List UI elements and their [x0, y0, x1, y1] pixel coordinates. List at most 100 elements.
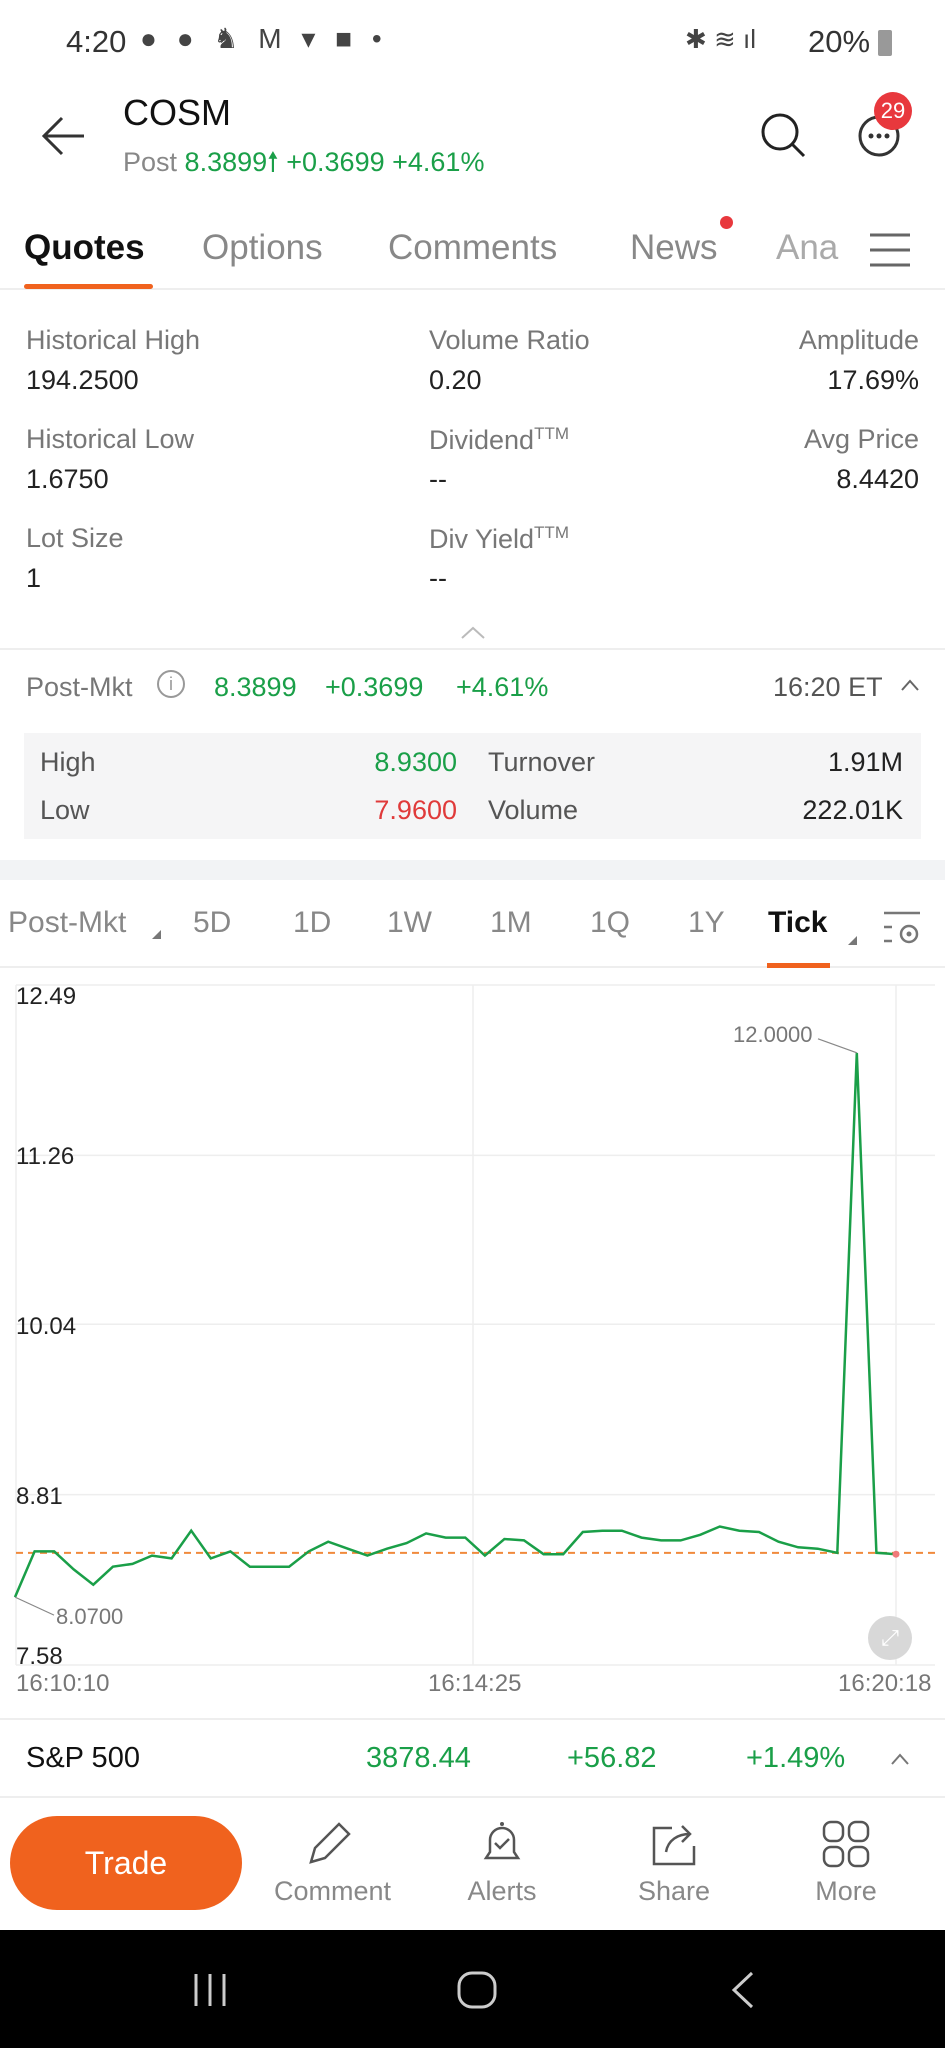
y-tick-label: 7.58: [16, 1643, 63, 1670]
fullscreen-icon[interactable]: ⤢: [868, 1616, 912, 1660]
session-label: Post: [123, 147, 178, 177]
post-market-change-pct: +4.61%: [456, 672, 549, 702]
battery-text: 20%: [808, 24, 871, 59]
stat-label: Volume Ratio: [429, 325, 590, 355]
period-1m[interactable]: 1M: [490, 906, 532, 940]
status-bar: 4:20 ● ● ♞ M ▾ ■ • ✱ ≋ ıl 20%: [0, 0, 945, 84]
post-market-price: 8.3899: [214, 672, 297, 702]
system-nav-bar: [0, 1930, 945, 2048]
period-1w[interactable]: 1W: [387, 906, 432, 940]
index-change: +56.82: [567, 1742, 657, 1774]
chart-settings-icon[interactable]: [882, 910, 924, 946]
comment-label: Comment: [274, 1876, 392, 1906]
back-arrow-icon[interactable]: [40, 112, 88, 160]
period-tabs: Post-Mkt 5D 1D 1W 1M 1Q 1Y Tick: [0, 880, 945, 968]
header-change-pct: +4.61%: [392, 147, 485, 177]
stat-sup: TTM: [534, 523, 569, 542]
period-tick[interactable]: Tick: [768, 906, 828, 940]
period-post-mkt[interactable]: Post-Mkt: [8, 906, 126, 940]
menu-icon[interactable]: [868, 232, 912, 268]
more-button[interactable]: More: [791, 1818, 901, 1907]
up-arrow-icon: 🠕: [267, 147, 279, 177]
low-value: 7.9600: [374, 795, 457, 825]
post-market-label: Post-Mkt: [26, 672, 133, 702]
chevron-up-icon[interactable]: [900, 678, 920, 692]
comment-button[interactable]: Comment: [274, 1818, 391, 1907]
volume-value: 222.01K: [802, 795, 903, 825]
active-period-indicator: [767, 963, 830, 968]
notification-badge: 29: [874, 92, 912, 130]
index-bar[interactable]: S&P 500 3878.44 +56.82 +1.49%: [0, 1718, 945, 1796]
period-1y[interactable]: 1Y: [688, 906, 725, 940]
stat-label: Avg Price: [803, 424, 919, 454]
stat-label: Div YieldTTM: [429, 523, 569, 555]
index-change-pct: +1.49%: [746, 1742, 846, 1774]
share-icon: [652, 1825, 696, 1866]
post-market-details: High 8.9300 Low 7.9600 Turnover 1.91M Vo…: [24, 733, 921, 839]
news-dot: [720, 216, 733, 229]
period-5d[interactable]: 5D: [193, 906, 231, 940]
period-1q[interactable]: 1Q: [590, 906, 630, 940]
search-icon[interactable]: [758, 110, 808, 160]
period-1d[interactable]: 1D: [293, 906, 331, 940]
back-nav-icon[interactable]: [728, 1970, 758, 2010]
tick-chart[interactable]: [0, 970, 945, 1720]
signal-icons: ✱ ≋ ıl: [685, 24, 757, 54]
stat-label: Lot Size: [26, 523, 124, 553]
divider: [0, 648, 945, 650]
stat-label: Historical Low: [26, 424, 195, 454]
home-icon[interactable]: [456, 1970, 498, 2010]
y-tick-label: 12.49: [16, 983, 77, 1010]
last-price-dot: [892, 1550, 900, 1558]
min-price-label: 8.0700: [56, 1604, 124, 1629]
alerts-label: Alerts: [467, 1876, 537, 1906]
chevron-up-icon[interactable]: [890, 1752, 910, 1766]
tab-comments[interactable]: Comments: [388, 228, 557, 268]
stat-value: 1.6750: [26, 464, 109, 494]
index-price: 3878.44: [366, 1742, 471, 1774]
stat-label-text: Div Yield: [429, 524, 535, 554]
x-tick-label: 16:20:18: [838, 1670, 932, 1697]
collapse-chevron-icon[interactable]: [460, 626, 486, 640]
y-tick-label: 10.04: [16, 1313, 77, 1340]
stat-value: --: [429, 563, 447, 593]
alerts-button[interactable]: Alerts: [447, 1818, 557, 1907]
turnover-label: Turnover: [488, 747, 596, 777]
header-quote: Post 8.3899🠕 +0.3699 +4.61%: [123, 143, 484, 189]
main-tabs: Quotes Options Comments News Ana: [0, 216, 945, 290]
trade-button[interactable]: Trade: [10, 1816, 242, 1910]
bell-check-icon: [483, 1822, 521, 1860]
max-price-label: 12.0000: [733, 1022, 813, 1047]
post-market-time: 16:20 ET: [773, 672, 883, 702]
tab-quotes[interactable]: Quotes: [24, 228, 145, 268]
stat-sup: TTM: [534, 424, 569, 443]
stock-symbol: COSM: [123, 92, 231, 133]
stat-value: 17.69%: [827, 365, 919, 395]
share-button[interactable]: Share: [619, 1818, 729, 1907]
volume-label: Volume: [488, 795, 579, 825]
index-name: S&P 500: [26, 1742, 140, 1774]
stat-value: 8.4420: [836, 464, 919, 494]
tab-analysis[interactable]: Ana: [776, 228, 838, 268]
active-tab-indicator: [24, 284, 153, 289]
min-leader-line: [14, 1596, 55, 1616]
header-change: +0.3699: [286, 147, 385, 177]
info-icon[interactable]: i: [157, 670, 185, 698]
recent-apps-icon[interactable]: [192, 1972, 232, 2008]
dropdown-caret-icon: [152, 930, 161, 939]
header-price: 8.3899: [184, 147, 268, 177]
section-separator: [0, 860, 945, 880]
dropdown-caret-icon: [848, 936, 857, 945]
x-tick-label: 16:10:10: [16, 1670, 110, 1697]
stat-label: Historical High: [26, 325, 201, 355]
tab-options[interactable]: Options: [202, 228, 323, 268]
battery-icon: [878, 30, 892, 56]
grid-icon: [822, 1820, 870, 1868]
low-label: Low: [40, 795, 90, 825]
more-label: More: [815, 1876, 877, 1906]
tab-news[interactable]: News: [630, 228, 718, 268]
stat-value: 0.20: [429, 365, 482, 395]
high-value: 8.9300: [374, 747, 457, 777]
x-tick-label: 16:14:25: [428, 1670, 522, 1697]
stat-value: 1: [26, 563, 42, 593]
